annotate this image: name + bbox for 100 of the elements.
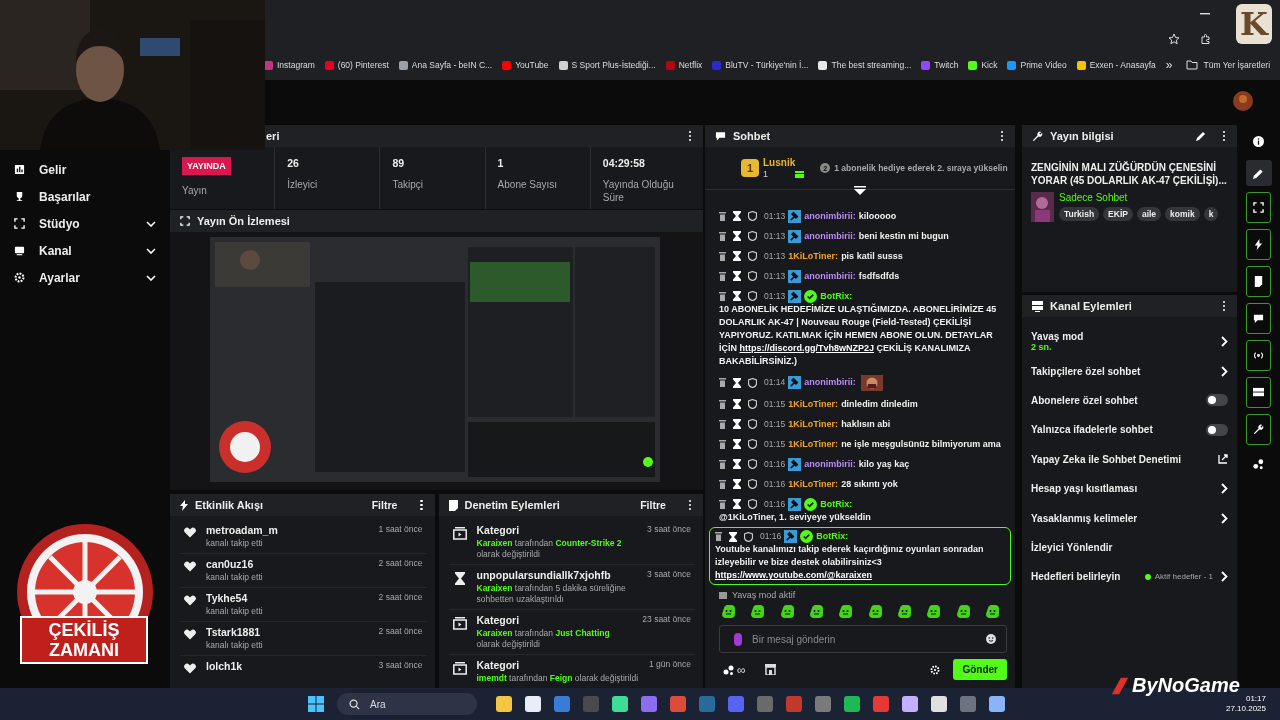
message-time: 01:15	[764, 417, 786, 431]
message-time: 01:13	[764, 209, 786, 223]
bookmark[interactable]: Netflix	[678, 60, 703, 70]
chat-username[interactable]: 1KiLoTiner:	[788, 437, 839, 451]
action-description: imemdt tarafından Feign olarak değiştirildi	[476, 673, 639, 684]
leaderboard-hint: 1 abonelik hediye ederek 2. sıraya yükselin	[834, 163, 1008, 173]
panel-title: eri	[265, 130, 280, 142]
message-field[interactable]: Bir mesaj gönderin	[719, 625, 1007, 653]
stat-label: Takipçi	[392, 178, 423, 191]
channel-action[interactable]: Yalnızca ifadelerle sohbet	[1031, 424, 1153, 436]
panel-title: Etkinlik Akışı	[195, 499, 264, 511]
tag[interactable]: Turkish	[1059, 207, 1100, 221]
bookmark[interactable]: Exxen - Anasayfa	[1089, 60, 1156, 70]
setting-value: 2 sn.	[1031, 342, 1052, 353]
slow-mode-notice: Yavaş mod aktif	[732, 590, 796, 600]
brand-logo-text: ByNoGame	[1132, 674, 1240, 697]
rank-badge: 1	[741, 159, 759, 177]
bookmark[interactable]: S Sport Plus-İstediği...	[571, 60, 656, 70]
action-time: 3 saat önce	[647, 524, 691, 534]
event-time: 1 saat önce	[378, 524, 423, 534]
all-bookmarks-button[interactable]: Tüm Yer İşaretleri	[1203, 60, 1271, 70]
live-badge: YAYINDA	[182, 157, 231, 175]
channel-action[interactable]: Hedefleri belirleyin	[1031, 571, 1121, 583]
more-bookmarks-button[interactable]: »	[1165, 58, 1173, 72]
chat-username[interactable]: 1KiLoTiner:	[788, 249, 839, 263]
message-text: @1KiLoTiner, 1. seviyeye yükseldin	[719, 510, 871, 524]
tag[interactable]: komik	[1165, 207, 1200, 221]
tag[interactable]: EKİP	[1103, 207, 1133, 221]
sidebar-item[interactable]: Ayarlar	[39, 270, 80, 285]
stat-label: İzleyici	[287, 178, 318, 191]
action-title: unpopularsundiallk7xjohfb	[476, 569, 611, 581]
message-text: Youtube kanalımızı takip ederek kaçırdığınız oyunları sonradan izleyebilir ve bize destek olabilirsiniz<3 https://www.youtube.com/@karaixen	[715, 543, 985, 582]
bookmark[interactable]: Ana Sayfa - beIN C...	[411, 60, 493, 70]
sidebar-item[interactable]: Stüdyo	[39, 216, 80, 231]
follower-name: Tstark1881	[206, 626, 261, 638]
chat-username[interactable]: 1KiLoTiner:	[788, 417, 839, 431]
chat-username[interactable]: BotRix:	[820, 497, 853, 511]
bookmark[interactable]: Kick	[981, 60, 998, 70]
bookmark[interactable]: BluTV - Türkiye'nin İ...	[725, 60, 809, 70]
bookmark[interactable]: (60) Pinterest	[337, 60, 389, 70]
message-text: beni kestin mi bugun	[858, 229, 949, 243]
action-title: Kategori	[476, 614, 520, 626]
filter-button[interactable]: Filtre	[371, 499, 398, 511]
action-description: Karaixen tarafından 5 dakika süreliğine sohbetten uzaklaştırıldı	[476, 583, 627, 605]
tag[interactable]: aile	[1136, 207, 1162, 221]
message-time: 01:15	[764, 437, 786, 451]
sidebar-item[interactable]: Başarılar	[39, 189, 91, 204]
sidebar-item[interactable]: Gelir	[39, 162, 67, 177]
filter-button[interactable]: Filtre	[640, 499, 666, 511]
event-description: kanalı takip etti	[206, 606, 263, 617]
channel-action[interactable]: İzleyici Yönlendir	[1031, 541, 1113, 553]
chat-username[interactable]: BotRix:	[820, 289, 853, 303]
event-time: 2 saat önce	[378, 558, 423, 568]
channel-action[interactable]: Abonelere özel sohbet	[1031, 394, 1138, 406]
chat-username[interactable]: anonimbirii:	[804, 376, 856, 389]
follower-name: metroadam_m	[206, 524, 278, 536]
send-button[interactable]: Gönder	[953, 659, 1007, 680]
message-time: 01:13	[764, 269, 786, 283]
category-name[interactable]: Sadece Sohbet	[1059, 192, 1128, 203]
message-link[interactable]: https://www.youtube.com/@karaixen	[715, 570, 872, 580]
message-text: ne işle meşgulsünüz bilmiyorum ama	[841, 437, 1001, 451]
giveaway-logo-text: ÇEKİLİŞ ZAMANI	[20, 616, 148, 664]
bookmark[interactable]: YouTube	[515, 60, 549, 70]
message-time: 01:15	[764, 397, 786, 411]
tag[interactable]: k	[1203, 207, 1219, 221]
chat-username[interactable]: 1KiLoTiner:	[788, 477, 839, 491]
chat-username[interactable]: anonimbirii:	[804, 229, 856, 243]
message-text: 10 ABONELİK HEDEFİMİZE ULAŞTIĞIMIZDA. ABONELİRİMİZE 45 DOLARLIK AK-47 | Nouveau Rouge (Field-Tested) ÇEKİLİŞİ YAPIYORUZ. KATILMAK İÇİN HEMEN ABONE OLUN. DETAYLAR İÇİN https://discord.gg/Tvh8wNZP2J ÇEKİLİŞ KANALIMIZA BAKABİLİRSİNİZ.)	[719, 302, 998, 368]
panel-title: Kanal Eylemleri	[1050, 300, 1132, 312]
bookmark[interactable]: The best streaming...	[831, 60, 912, 70]
message-link[interactable]: https://discord.gg/Tvh8wNZP2J	[739, 342, 875, 353]
event-time: 2 saat önce	[378, 592, 423, 602]
follower-name: Tykhe54	[206, 592, 248, 604]
message-time: 01:13	[764, 289, 786, 303]
stat-value: 1	[497, 157, 504, 169]
bookmark[interactable]: Instagram	[277, 60, 315, 70]
bookmark[interactable]: Twitch	[934, 60, 959, 70]
points-counter[interactable]: ∞	[737, 662, 746, 677]
gifter-name: Lusnik	[763, 157, 796, 168]
channel-action[interactable]: Yapay Zeka ile Sohbet Denetimi	[1031, 453, 1182, 465]
action-description: Karaixen tarafından Just Chatting olarak değiştirildi	[476, 628, 611, 650]
chat-username[interactable]: anonimbirii:	[804, 209, 856, 223]
channel-action[interactable]: Hesap yaşı kısıtlaması	[1031, 483, 1138, 495]
bookmark[interactable]: Prime Video	[1020, 60, 1067, 70]
chat-username[interactable]: anonimbirii:	[804, 269, 856, 283]
chat-username[interactable]: anonimbirii:	[804, 457, 856, 471]
message-time: 01:16	[760, 530, 782, 543]
message-time: 01:16	[764, 457, 786, 471]
message-time: 01:16	[764, 477, 786, 491]
sidebar-item[interactable]: Kanal	[39, 243, 72, 258]
message-input[interactable]: Bir mesaj gönderin	[752, 633, 976, 645]
taskbar-search[interactable]: Ara	[337, 693, 477, 715]
channel-action[interactable]: Yasaklanmış kelimeler	[1031, 512, 1138, 524]
stat-label: Abone Sayısı	[497, 178, 558, 191]
chat-username[interactable]: 1KiLoTiner:	[788, 397, 839, 411]
chat-username[interactable]: BotRix:	[816, 530, 849, 543]
channel-action[interactable]: Yavaş mod	[1031, 331, 1084, 343]
message-time: 01:14	[764, 376, 786, 389]
channel-action[interactable]: Takipçilere özel sohbet	[1031, 365, 1141, 377]
message-time: 01:13	[764, 229, 786, 243]
